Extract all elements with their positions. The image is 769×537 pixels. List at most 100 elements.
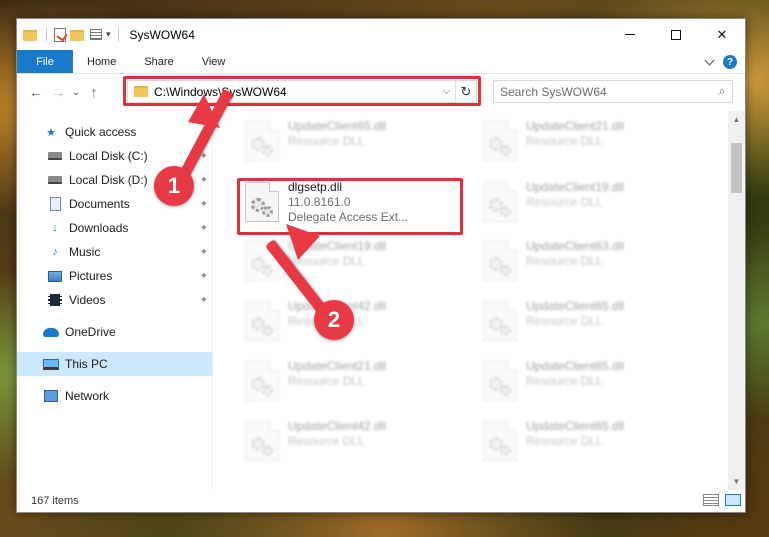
drive-icon <box>47 173 63 187</box>
item-count: 167 items <box>31 495 79 507</box>
file-list: UpdateClient65.dll Resource DLL dlgsetp.d… <box>213 111 745 490</box>
dll-file-icon <box>483 421 517 461</box>
dll-file-icon <box>245 301 279 341</box>
sidebar-item-pictures[interactable]: Pictures ✦ <box>17 264 212 288</box>
file-name: UpdateClient21.dll <box>288 359 387 373</box>
tab-file[interactable]: File <box>17 50 73 73</box>
new-folder-icon[interactable] <box>70 28 86 42</box>
pin-icon[interactable]: ✦ <box>200 271 208 282</box>
dll-file-icon <box>483 361 517 401</box>
step-badge-2: 2 <box>314 300 354 340</box>
highlight-box-file <box>237 178 463 235</box>
scroll-thumb[interactable] <box>731 143 742 193</box>
dll-file-icon <box>245 361 279 401</box>
customize-icon[interactable] <box>90 29 102 40</box>
main-content: ★ Quick access Local Disk (C:) ✦ Local D… <box>17 111 745 490</box>
back-button[interactable]: ← <box>25 81 47 103</box>
sidebar-item-label: Documents <box>69 197 130 211</box>
pin-icon[interactable]: ✦ <box>200 295 208 306</box>
tab-view[interactable]: View <box>188 50 240 73</box>
dll-file-icon <box>483 121 517 161</box>
search-input[interactable]: Search SysWOW64 <box>500 85 712 99</box>
sidebar-item-downloads[interactable]: ↓ Downloads ✦ <box>17 216 212 240</box>
ribbon-tabs: File Home Share View ? <box>17 50 745 74</box>
pin-icon[interactable]: ✦ <box>200 223 208 234</box>
file-type: Resource DLL <box>526 314 603 328</box>
file-type: Resource DLL <box>288 374 365 388</box>
vertical-scrollbar[interactable]: ▲ ▼ <box>728 111 745 490</box>
file-item[interactable]: UpdateClient21.dll Resource DLL <box>477 117 705 169</box>
sidebar-item-onedrive[interactable]: OneDrive <box>17 320 212 344</box>
sidebar-item-label: Videos <box>69 293 106 307</box>
file-name: UpdateClient65.dll <box>288 119 387 133</box>
file-name: UpdateClient65.dll <box>526 359 625 373</box>
close-button[interactable]: ✕ <box>699 19 745 50</box>
close-icon: ✕ <box>716 26 728 42</box>
tab-share[interactable]: Share <box>130 50 187 73</box>
quick-access-toolbar: ▾ <box>17 27 122 42</box>
sidebar-item-videos[interactable]: Videos ✦ <box>17 288 212 312</box>
file-item[interactable]: UpdateClient65.dll Resource DLL <box>477 297 705 349</box>
title-bar: ▾ SysWOW64 ✕ <box>17 19 745 50</box>
pin-icon[interactable]: ✦ <box>200 199 208 210</box>
file-type: Resource DLL <box>526 195 603 209</box>
music-icon: ♪ <box>52 246 58 258</box>
folder-icon[interactable] <box>23 28 39 42</box>
sidebar-item-music[interactable]: ♪ Music ✦ <box>17 240 212 264</box>
file-name: UpdateClient19.dll <box>526 180 625 194</box>
file-name: UpdateClient63.dll <box>526 239 625 253</box>
sidebar-item-this-pc[interactable]: This PC <box>17 352 212 376</box>
help-icon[interactable]: ? <box>723 55 737 69</box>
dll-file-icon <box>483 241 517 281</box>
file-type: Resource DLL <box>288 134 365 148</box>
file-item[interactable]: UpdateClient63.dll Resource DLL <box>477 237 705 289</box>
file-name: UpdateClient65.dll <box>526 299 625 313</box>
videos-icon <box>47 293 63 307</box>
file-name: UpdateClient21.dll <box>526 119 625 133</box>
sidebar-item-label: Pictures <box>69 269 113 283</box>
drive-icon <box>47 149 63 163</box>
file-item[interactable]: UpdateClient19.dll Resource DLL <box>477 178 705 230</box>
scroll-up-icon[interactable]: ▲ <box>728 111 745 128</box>
sidebar-item-label: OneDrive <box>65 325 116 339</box>
sidebar-item-label: Music <box>69 245 101 259</box>
highlight-box-address <box>123 76 481 106</box>
search-icon[interactable]: ⌕ <box>712 84 732 99</box>
maximize-button[interactable] <box>653 19 699 50</box>
status-bar: 167 items <box>17 490 745 512</box>
file-type: Resource DLL <box>526 374 603 388</box>
sidebar-item-network[interactable]: Network <box>17 384 212 408</box>
forward-button[interactable]: → <box>47 81 69 103</box>
ribbon-controls: ? <box>704 50 745 74</box>
search-box[interactable]: Search SysWOW64 ⌕ <box>493 80 733 103</box>
up-button[interactable]: ↑ <box>83 81 105 103</box>
scroll-down-icon[interactable]: ▼ <box>728 473 745 490</box>
sidebar-item-label: Network <box>65 389 110 403</box>
file-name: UpdateClient65.dll <box>526 419 625 433</box>
file-name: UpdateClient42.dll <box>288 419 387 433</box>
file-item[interactable]: UpdateClient42.dllResource DLL <box>239 417 467 469</box>
file-item[interactable]: UpdateClient65.dll Resource DLL <box>239 117 467 169</box>
explorer-window: ▾ SysWOW64 ✕ File Home Share View ? ← → … <box>16 18 746 513</box>
sidebar-item-label: Local Disk (C:) <box>69 149 148 163</box>
properties-icon[interactable] <box>54 27 66 42</box>
minimize-button[interactable] <box>607 19 653 50</box>
details-view-icon[interactable] <box>703 494 719 506</box>
file-item[interactable]: UpdateClient65.dll Resource DLL <box>477 357 705 409</box>
expand-ribbon-icon[interactable] <box>704 55 715 66</box>
pin-icon[interactable]: ✦ <box>200 247 208 258</box>
pin-icon[interactable]: ✦ <box>200 175 208 186</box>
file-item[interactable]: UpdateClient21.dll Resource DLL <box>239 357 467 409</box>
sidebar-item-label: Downloads <box>69 221 129 235</box>
computer-icon <box>43 357 59 371</box>
tab-home[interactable]: Home <box>73 50 130 73</box>
recent-locations-button[interactable]: ⌄ <box>69 81 83 103</box>
window-title: SysWOW64 <box>129 27 195 42</box>
file-item[interactable]: UpdateClient65.dll Resource DLL <box>477 417 705 469</box>
download-icon: ↓ <box>52 222 58 234</box>
large-icons-view-icon[interactable] <box>725 494 741 506</box>
separator <box>46 27 47 42</box>
cloud-icon <box>43 325 59 339</box>
qat-dropdown-icon[interactable]: ▾ <box>106 29 111 40</box>
arrowhead-1 <box>188 94 220 128</box>
